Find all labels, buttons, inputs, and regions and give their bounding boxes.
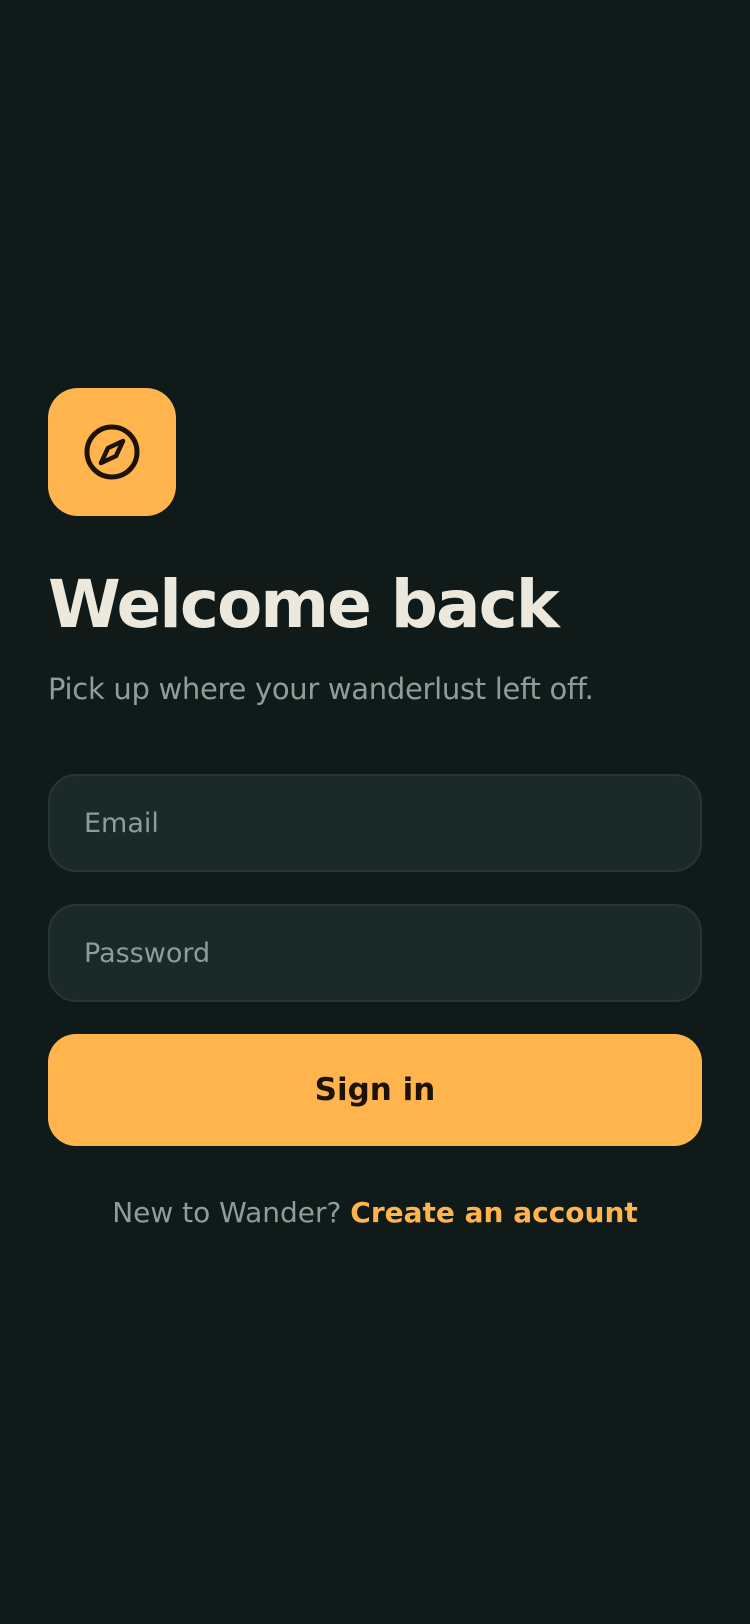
email-field-container [48, 774, 702, 872]
page-title: Welcome back [48, 566, 560, 643]
sign-in-button[interactable]: Sign in [48, 1034, 702, 1146]
create-account-link[interactable]: Create an account [350, 1196, 638, 1229]
password-field[interactable] [84, 937, 700, 969]
signup-prompt: New to Wander? Create an account [48, 1196, 702, 1229]
login-screen: Welcome back Pick up where your wanderlu… [48, 388, 702, 1229]
page-subtitle: Pick up where your wanderlust left off. [48, 672, 594, 706]
email-field[interactable] [84, 807, 700, 839]
password-field-container [48, 904, 702, 1002]
compass-icon [84, 424, 140, 480]
app-logo [48, 388, 176, 516]
signup-prompt-text: New to Wander? [112, 1196, 342, 1229]
